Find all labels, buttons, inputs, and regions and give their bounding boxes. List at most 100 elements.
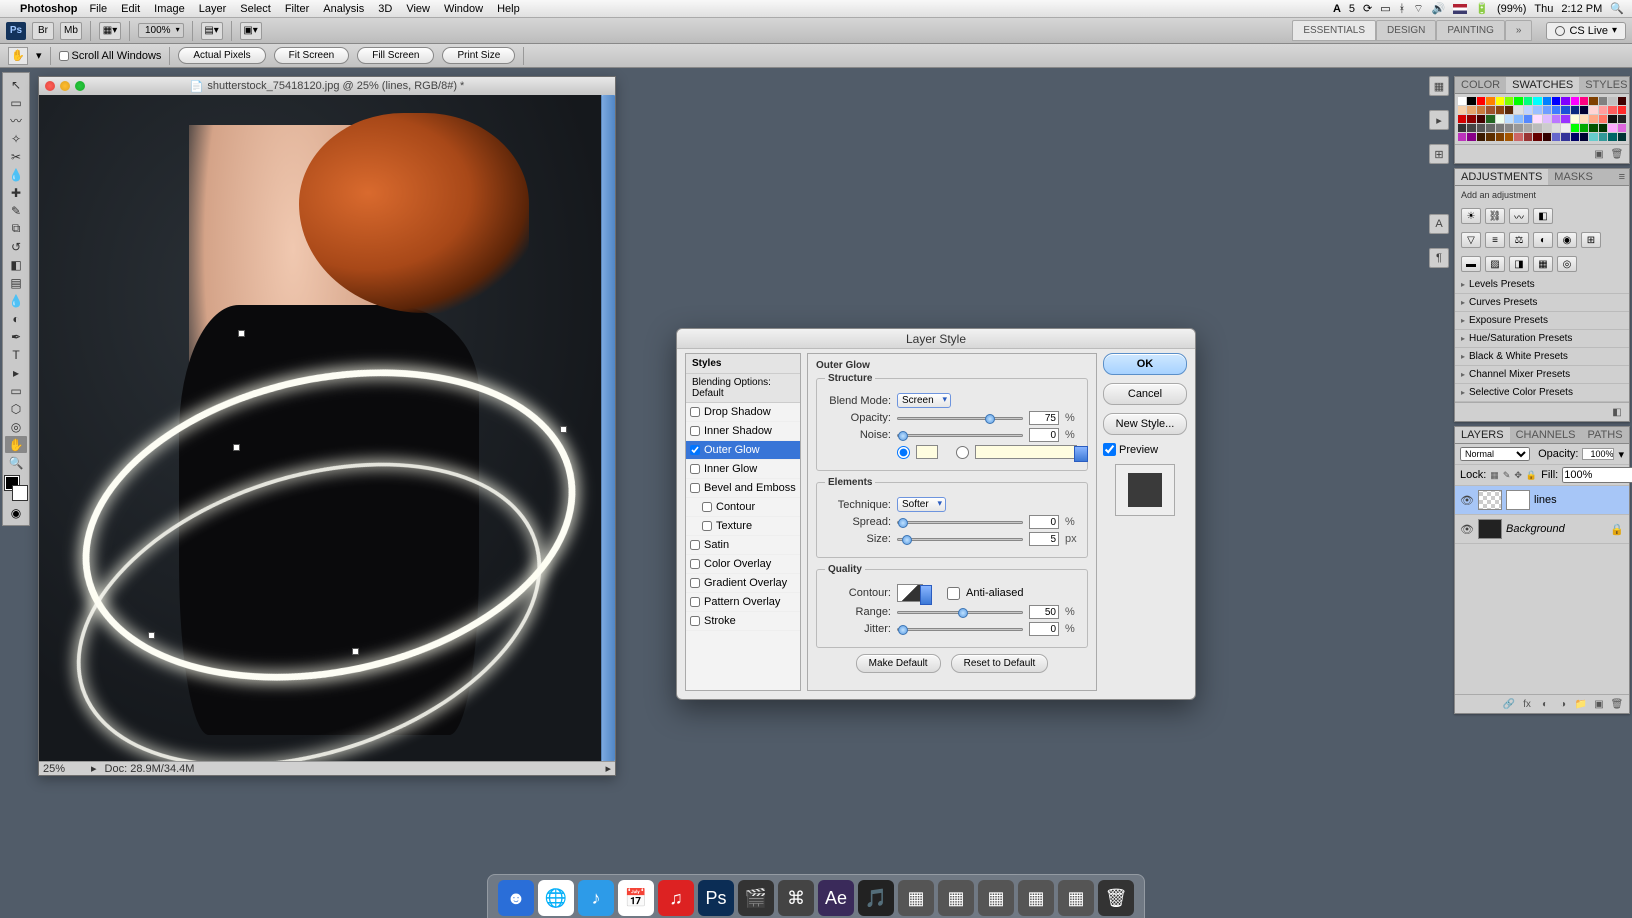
layer-opacity-input[interactable] [1582, 448, 1614, 460]
swatch[interactable] [1608, 124, 1616, 132]
type-tool-icon[interactable]: T [5, 346, 27, 363]
brush-panel-icon[interactable]: ⊞ [1429, 144, 1449, 164]
reset-default-button[interactable]: Reset to Default [951, 654, 1049, 673]
style-texture[interactable]: Texture [686, 517, 800, 536]
swatch[interactable] [1514, 106, 1522, 114]
tab-channels[interactable]: CHANNELS [1510, 427, 1582, 443]
style-contour[interactable]: Contour [686, 498, 800, 517]
trash-icon[interactable]: 🗑 [1098, 880, 1134, 916]
history-brush-tool-icon[interactable]: ↺ [5, 238, 27, 255]
app-icon[interactable]: ▦ [1058, 880, 1094, 916]
swatch[interactable] [1496, 97, 1504, 105]
layer-fill-input[interactable] [1562, 467, 1632, 483]
swatch[interactable] [1599, 115, 1607, 123]
path-anchor[interactable] [353, 649, 358, 654]
layer-name[interactable]: Background [1506, 523, 1565, 535]
swatch[interactable] [1505, 106, 1513, 114]
swatch[interactable] [1608, 115, 1616, 123]
style-outer-glow[interactable]: Outer Glow [686, 441, 800, 460]
app-icon[interactable]: ▦ [978, 880, 1014, 916]
swatch[interactable] [1608, 133, 1616, 141]
display-icon[interactable]: ▭ [1380, 2, 1390, 15]
menu-window[interactable]: Window [444, 3, 483, 15]
battery-icon[interactable]: 🔋 [1475, 2, 1489, 15]
layer-row-lines[interactable]: 👁 lines [1455, 486, 1629, 515]
app-icon[interactable]: ⌘ [778, 880, 814, 916]
app-name[interactable]: Photoshop [20, 3, 77, 15]
app-icon[interactable]: ▦ [898, 880, 934, 916]
spread-input[interactable] [1029, 515, 1059, 529]
bridge-icon[interactable]: Br [32, 22, 54, 40]
swatch[interactable] [1533, 124, 1541, 132]
workspace-essentials[interactable]: ESSENTIALS [1292, 20, 1376, 41]
tab-adjustments[interactable]: ADJUSTMENTS [1455, 169, 1548, 185]
volume-icon[interactable]: 🔊 [1432, 2, 1446, 15]
swatch[interactable] [1599, 124, 1607, 132]
spotlight-icon[interactable]: 🔍 [1610, 2, 1624, 15]
visibility-icon[interactable]: 👁 [1460, 494, 1474, 507]
lock-trans-icon[interactable]: ▦ [1490, 469, 1499, 481]
app-icon[interactable]: ▦ [1018, 880, 1054, 916]
delete-layer-icon[interactable]: 🗑 [1610, 698, 1624, 710]
swatch[interactable] [1571, 133, 1579, 141]
style-pattern-overlay[interactable]: Pattern Overlay [686, 593, 800, 612]
glow-color-swatch[interactable] [916, 445, 938, 459]
status-arrow-icon[interactable]: ▸ [91, 762, 97, 775]
marquee-tool-icon[interactable]: ▭ [5, 94, 27, 111]
actions-panel-icon[interactable]: ▸ [1429, 110, 1449, 130]
path-anchor[interactable] [234, 445, 239, 450]
swatch[interactable] [1514, 97, 1522, 105]
swatch[interactable] [1599, 133, 1607, 141]
swatch[interactable] [1543, 97, 1551, 105]
tab-styles[interactable]: STYLES [1579, 77, 1632, 93]
wand-tool-icon[interactable]: ✧ [5, 130, 27, 147]
swatch[interactable] [1486, 133, 1494, 141]
tab-layers[interactable]: LAYERS [1455, 427, 1510, 443]
flag-icon[interactable] [1453, 4, 1467, 14]
crop-tool-icon[interactable]: ✂ [5, 148, 27, 165]
swatch[interactable] [1477, 124, 1485, 132]
gradmap-icon[interactable]: ▦ [1533, 256, 1553, 272]
blend-mode-select[interactable]: Screen [897, 393, 951, 408]
workspace-design[interactable]: DESIGN [1376, 20, 1436, 41]
swatch-grid[interactable] [1455, 94, 1629, 144]
path-anchor[interactable] [239, 331, 244, 336]
swatch[interactable] [1608, 97, 1616, 105]
delete-swatch-icon[interactable]: 🗑 [1610, 148, 1624, 160]
window-traffic-lights[interactable] [45, 81, 85, 91]
pen-tool-icon[interactable]: ✒ [5, 328, 27, 345]
swatch[interactable] [1561, 115, 1569, 123]
visibility-icon[interactable]: 👁 [1460, 523, 1474, 536]
tab-masks[interactable]: MASKS [1548, 169, 1599, 185]
scroll-all-windows-checkbox[interactable]: Scroll All Windows [59, 50, 162, 62]
sync-icon[interactable]: ⟳ [1363, 2, 1372, 15]
doc-titlebar[interactable]: 📄shutterstock_75418120.jpg @ 25% (lines,… [39, 77, 615, 95]
swatch[interactable] [1533, 115, 1541, 123]
swatch[interactable] [1543, 115, 1551, 123]
path-anchor[interactable] [561, 427, 566, 432]
paragraph-panel-icon[interactable]: ¶ [1429, 248, 1449, 268]
itunes-icon[interactable]: ♪ [578, 880, 614, 916]
swatch[interactable] [1496, 124, 1504, 132]
swatch[interactable] [1505, 115, 1513, 123]
ical-icon[interactable]: 📅 [618, 880, 654, 916]
swatch[interactable] [1618, 115, 1626, 123]
swatch[interactable] [1561, 124, 1569, 132]
tab-color[interactable]: COLOR [1455, 77, 1506, 93]
brush-tool-icon[interactable]: ✎ [5, 202, 27, 219]
brightness-icon[interactable]: ☀ [1461, 208, 1481, 224]
swatch[interactable] [1552, 124, 1560, 132]
layer-row-background[interactable]: 👁 Background 🔒 [1455, 515, 1629, 544]
screen-mode-icon[interactable]: ▣▾ [240, 22, 262, 40]
swatch[interactable] [1486, 106, 1494, 114]
new-swatch-icon[interactable]: ▣ [1592, 148, 1606, 160]
quickmask-icon[interactable]: ◉ [5, 504, 27, 522]
menu-analysis[interactable]: Analysis [323, 3, 364, 15]
fill-screen-button[interactable]: Fill Screen [357, 47, 434, 64]
menu-image[interactable]: Image [154, 3, 185, 15]
swatch[interactable] [1561, 97, 1569, 105]
swatch[interactable] [1618, 124, 1626, 132]
swatch[interactable] [1533, 97, 1541, 105]
selcolor-icon[interactable]: ◎ [1557, 256, 1577, 272]
swatch[interactable] [1543, 133, 1551, 141]
